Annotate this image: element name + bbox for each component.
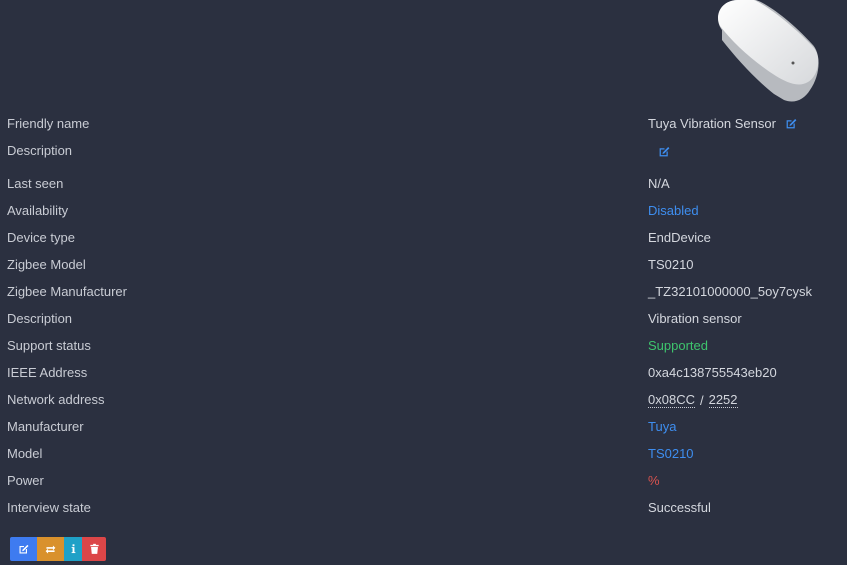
zigbee-manufacturer-value: _TZ32101000000_5oy7cysk	[648, 284, 813, 299]
device-info-table: Friendly name Tuya Vibration Sensor Desc…	[0, 110, 847, 521]
row-network-address: Network address 0x08CC / 2252	[0, 386, 847, 413]
last-seen-label: Last seen	[7, 176, 64, 191]
device-type-value: EndDevice	[648, 230, 711, 245]
availability-link[interactable]: Disabled	[648, 203, 699, 218]
manufacturer-label: Manufacturer	[7, 419, 84, 434]
row-description-edit: Description	[0, 137, 847, 170]
description-value-2: Vibration sensor	[648, 311, 742, 326]
row-zigbee-model: Zigbee Model TS0210	[0, 251, 847, 278]
power-label: Power	[7, 473, 44, 488]
support-status-label: Support status	[7, 338, 91, 353]
power-value: %	[648, 473, 660, 488]
network-address-separator: /	[699, 392, 704, 408]
rename-button[interactable]	[10, 537, 37, 561]
interview-button[interactable]	[64, 537, 82, 561]
device-type-label: Device type	[7, 230, 75, 245]
interview-state-label: Interview state	[7, 500, 91, 515]
friendly-name-value: Tuya Vibration Sensor	[648, 116, 798, 131]
row-device-type: Device type EndDevice	[0, 224, 847, 251]
row-ieee-address: IEEE Address 0xa4c138755543eb20	[0, 359, 847, 386]
description-label-2: Description	[7, 311, 73, 326]
row-zigbee-manufacturer: Zigbee Manufacturer _TZ32101000000_5oy7c…	[0, 278, 847, 305]
remove-button[interactable]	[82, 537, 106, 561]
zigbee-model-value: TS0210	[648, 257, 694, 272]
network-address-hex: 0x08CC	[648, 392, 695, 408]
model-link[interactable]: TS0210	[648, 446, 694, 461]
reconfigure-button[interactable]	[37, 537, 64, 561]
ieee-address-value: 0xa4c138755543eb20	[648, 365, 777, 380]
edit-description-icon[interactable]	[658, 145, 671, 158]
ieee-address-label: IEEE Address	[7, 365, 88, 380]
interview-state-value: Successful	[648, 500, 711, 515]
network-address-dec: 2252	[708, 392, 738, 408]
zigbee-manufacturer-label: Zigbee Manufacturer	[7, 284, 127, 299]
row-interview-state: Interview state Successful	[0, 494, 847, 521]
model-label: Model	[7, 446, 43, 461]
last-seen-value: N/A	[648, 176, 670, 191]
row-availability: Availability Disabled	[0, 197, 847, 224]
friendly-name-label: Friendly name	[7, 116, 90, 131]
availability-label: Availability	[7, 203, 69, 218]
trash-icon	[89, 543, 99, 554]
device-image	[718, 0, 819, 102]
edit-icon	[19, 544, 28, 554]
row-power: Power %	[0, 467, 847, 494]
row-last-seen: Last seen N/A	[0, 170, 847, 197]
device-info-page: Friendly name Tuya Vibration Sensor Desc…	[0, 0, 847, 565]
description-value	[648, 145, 671, 158]
row-manufacturer: Manufacturer Tuya	[0, 413, 847, 440]
friendly-name-text: Tuya Vibration Sensor	[648, 116, 776, 131]
row-description: Description Vibration sensor	[0, 305, 847, 332]
support-status-link[interactable]: Supported	[648, 338, 708, 353]
zigbee-model-label: Zigbee Model	[7, 257, 86, 272]
device-action-toolbar	[10, 537, 106, 561]
info-icon	[71, 544, 75, 554]
row-friendly-name: Friendly name Tuya Vibration Sensor	[0, 110, 847, 137]
network-address-value: 0x08CC / 2252	[648, 392, 738, 408]
reconfigure-icon	[45, 544, 56, 554]
row-model: Model TS0210	[0, 440, 847, 467]
manufacturer-link[interactable]: Tuya	[648, 419, 676, 434]
edit-friendly-name-icon[interactable]	[785, 117, 798, 130]
row-support-status: Support status Supported	[0, 332, 847, 359]
network-address-label: Network address	[7, 392, 105, 407]
description-label: Description	[7, 143, 73, 158]
